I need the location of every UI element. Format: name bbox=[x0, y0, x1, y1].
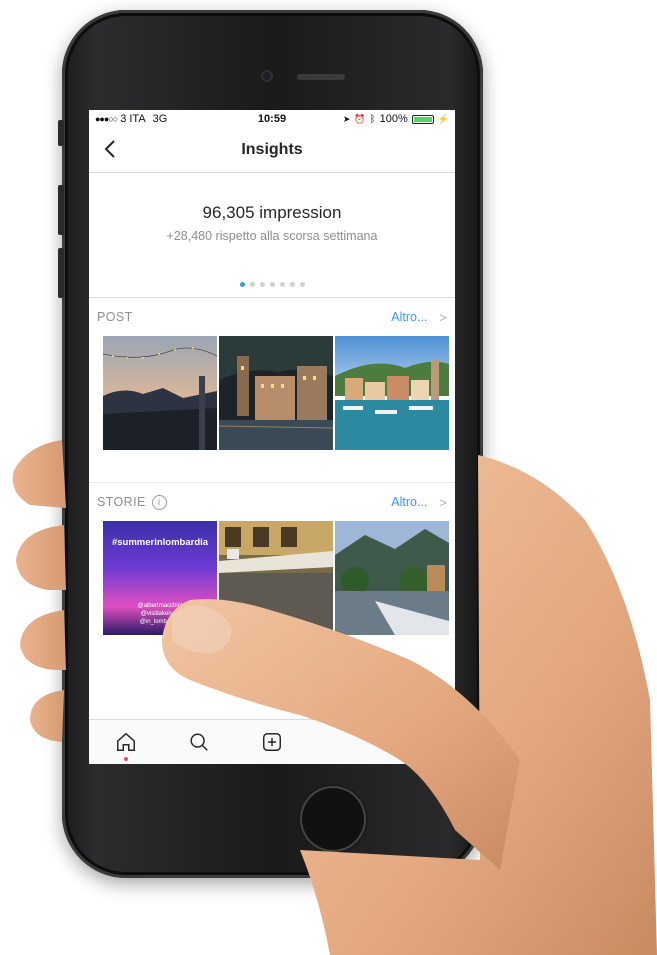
posts-more-link[interactable]: Altro... > bbox=[391, 310, 447, 325]
story-credit: @in_lombardia bbox=[139, 619, 181, 625]
tab-home[interactable] bbox=[89, 731, 162, 761]
page-indicator bbox=[89, 282, 455, 287]
post-thumbnail[interactable] bbox=[335, 336, 449, 450]
notification-dot bbox=[123, 757, 128, 761]
alarm-icon: ⏰ bbox=[354, 113, 366, 124]
chevron-right-icon: > bbox=[439, 494, 447, 510]
tab-add[interactable] bbox=[235, 731, 308, 753]
app-screen: ●●●○○ 3 ITA 3G 10:59 ➤ ⏰ ᛒ 100% ⚡ Insigh… bbox=[89, 110, 455, 764]
impressions-count: 96,305 impression bbox=[202, 203, 342, 222]
location-arrow-icon: ➤ bbox=[342, 113, 351, 124]
add-icon bbox=[262, 733, 281, 751]
mute-switch bbox=[58, 120, 64, 146]
story-thumbnail[interactable]: #summerinlombardia @albertmacchini @visi… bbox=[103, 521, 217, 635]
info-icon[interactable]: i bbox=[151, 494, 167, 510]
impressions-summary: 96,305 impression +28,480 rispetto alla … bbox=[89, 173, 455, 298]
story-hashtag: #summerinlombardia bbox=[111, 537, 209, 548]
network-type: 3G bbox=[152, 113, 168, 125]
story-credit: @visitlakeiseo bbox=[140, 611, 180, 617]
front-camera bbox=[261, 70, 273, 82]
charging-icon: ⚡ bbox=[437, 113, 449, 124]
carrier-name: 3 ITA bbox=[120, 113, 146, 125]
page-dot bbox=[269, 282, 275, 287]
posts-label: POST bbox=[97, 310, 133, 324]
battery-icon bbox=[411, 114, 434, 124]
posts-more-label: Altro... bbox=[391, 310, 428, 324]
signal-strength-icon: ●●●○○ bbox=[95, 114, 118, 124]
post-thumbnail[interactable] bbox=[219, 336, 333, 450]
page-dot bbox=[289, 282, 295, 287]
bluetooth-icon: ᛒ bbox=[369, 113, 376, 125]
story-thumbnail[interactable] bbox=[335, 521, 449, 635]
story-credit: @albertmacchini bbox=[137, 603, 183, 609]
post-thumbnail[interactable] bbox=[103, 336, 217, 450]
posts-grid bbox=[89, 336, 455, 450]
impressions-change: +28,480 rispetto alla scorsa settimana bbox=[166, 229, 378, 243]
volume-up-button bbox=[58, 185, 64, 235]
section-divider bbox=[89, 450, 455, 483]
page-dot bbox=[299, 282, 305, 287]
nav-bar: Insights bbox=[89, 128, 455, 173]
search-icon bbox=[189, 733, 208, 751]
tab-bar bbox=[89, 719, 455, 764]
page-title: Insights bbox=[241, 141, 303, 158]
battery-percent: 100% bbox=[379, 113, 408, 125]
status-bar: ●●●○○ 3 ITA 3G 10:59 ➤ ⏰ ᛒ 100% ⚡ bbox=[89, 110, 455, 128]
chevron-left-icon[interactable] bbox=[99, 137, 123, 161]
page-dot bbox=[259, 282, 265, 287]
stories-label-group: STORIE i bbox=[97, 494, 167, 510]
story-thumbnail[interactable] bbox=[219, 521, 333, 635]
posts-section-header: POST Altro... > bbox=[89, 298, 455, 336]
tab-search[interactable] bbox=[162, 731, 235, 753]
stories-label: STORIE bbox=[97, 495, 146, 509]
stories-grid: #summerinlombardia @albertmacchini @visi… bbox=[89, 521, 455, 635]
stories-more-label: Altro... bbox=[391, 495, 428, 509]
earpiece-speaker bbox=[297, 74, 345, 80]
page-dot bbox=[239, 282, 245, 287]
stories-more-link[interactable]: Altro... > bbox=[391, 495, 447, 510]
home-button[interactable] bbox=[300, 786, 366, 852]
chevron-right-icon: > bbox=[439, 309, 447, 325]
volume-down-button bbox=[58, 248, 64, 298]
stories-section-header: STORIE i Altro... > bbox=[89, 483, 455, 521]
page-dot bbox=[249, 282, 255, 287]
page-dot bbox=[279, 282, 285, 287]
home-icon bbox=[116, 732, 135, 751]
